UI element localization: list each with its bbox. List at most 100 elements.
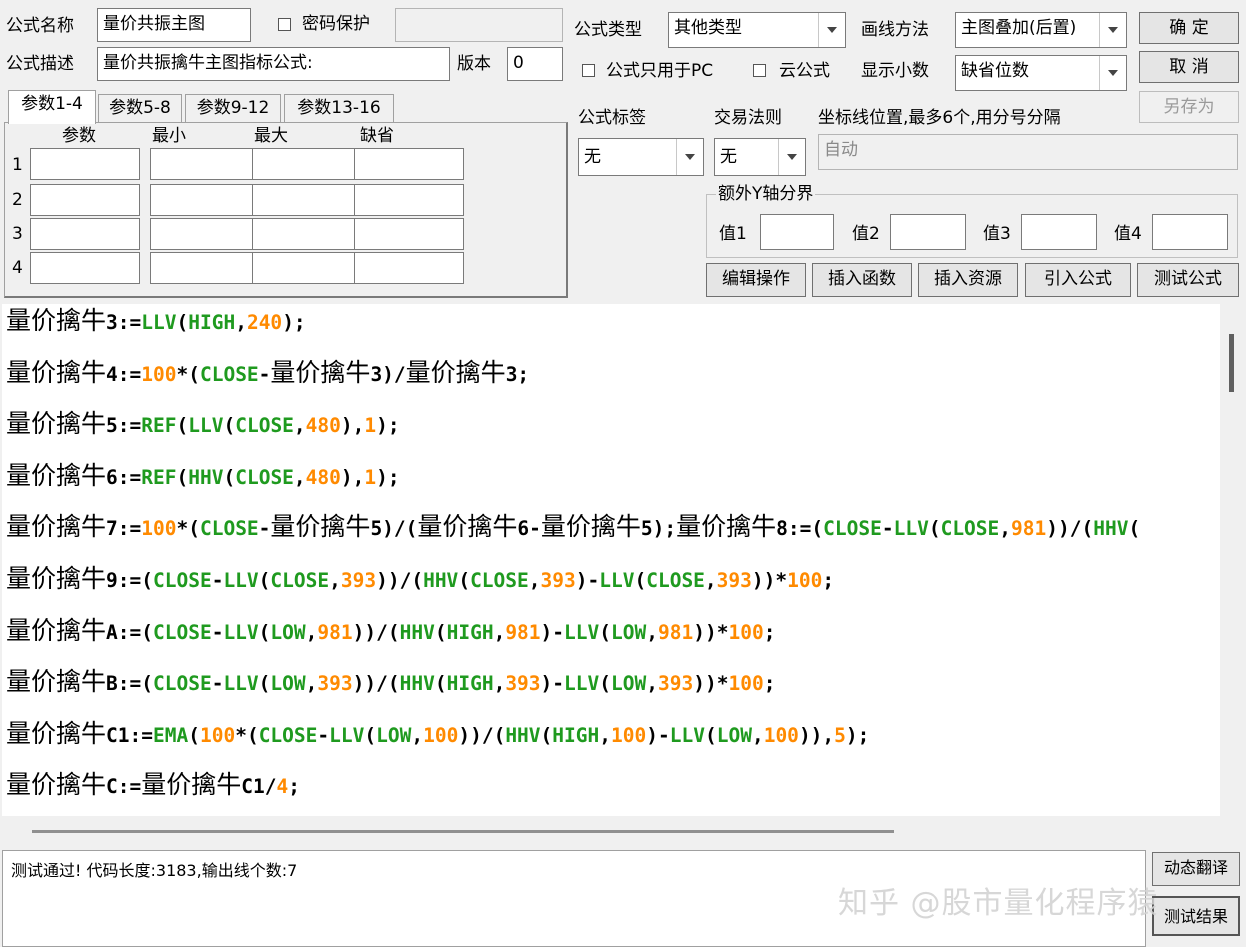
dynamic-translate-button[interactable]: 动态翻译 — [1152, 852, 1240, 886]
save-as-button[interactable]: 另存为 — [1139, 91, 1239, 123]
draw-method-select[interactable]: 主图叠加(后置) — [955, 12, 1127, 48]
tab-params-1-4[interactable]: 参数1-4 — [8, 90, 96, 124]
code-token: 量价擒牛 — [6, 770, 107, 800]
version-label: 版本 — [457, 54, 491, 74]
horizontal-scrollbar[interactable] — [2, 816, 1244, 844]
vertical-scrollbar[interactable] — [1220, 304, 1244, 816]
param-cell-input[interactable] — [354, 148, 464, 180]
code-token: 240 — [246, 311, 283, 334]
code-token: 量价擒牛 — [270, 357, 371, 387]
param-cell-input[interactable] — [150, 252, 260, 284]
test-formula-button[interactable]: 测试公式 — [1137, 263, 1239, 297]
pc-only-checkbox[interactable] — [582, 64, 595, 77]
scrollbar-thumb[interactable] — [32, 830, 894, 833]
code-token: HIGH — [552, 723, 600, 747]
chevron-down-icon[interactable] — [1099, 56, 1126, 90]
formula-name-input[interactable]: 量价共振主图 — [97, 8, 251, 42]
code-token: 981 — [1011, 517, 1047, 541]
tab-params-9-12[interactable]: 参数9-12 — [185, 94, 281, 122]
code-token: HHV — [399, 620, 435, 644]
axis-lines-input[interactable]: 自动 — [818, 134, 1238, 170]
decimals-select[interactable]: 缺省位数 — [955, 55, 1127, 91]
value2-input[interactable] — [890, 214, 966, 250]
insert-function-button[interactable]: 插入函数 — [812, 263, 912, 297]
code-token: ( — [258, 620, 271, 644]
param-cell-input[interactable] — [252, 148, 362, 180]
code-line: 量价擒牛C1:=EMA(100*(CLOSE-LLV(LOW,100))/(HH… — [6, 719, 869, 750]
param-cell-input[interactable] — [252, 218, 362, 250]
formula-tag-label: 公式标签 — [578, 108, 646, 128]
code-token: ( — [434, 620, 447, 644]
version-input[interactable]: 0 — [507, 47, 563, 81]
code-token: *( — [176, 517, 200, 541]
code-editor[interactable]: 量价擒牛3:=LLV(HIGH,240); 量价擒牛4:=100*(CLOSE-量… — [2, 304, 1220, 816]
param-cell-input[interactable] — [354, 218, 464, 250]
ok-button[interactable]: 确 定 — [1139, 12, 1239, 44]
formula-type-select[interactable]: 其他类型 — [668, 12, 846, 48]
code-token: 393 — [716, 569, 752, 592]
draw-method-label: 画线方法 — [861, 20, 929, 40]
test-result-button[interactable]: 测试结果 — [1152, 896, 1240, 936]
formula-type-value: 其他类型 — [674, 18, 742, 38]
cancel-button[interactable]: 取 消 — [1139, 51, 1239, 83]
code-token: , — [235, 311, 247, 334]
code-line: 量价擒牛B:=(CLOSE-LLV(LOW,393))/(HHV(HIGH,39… — [6, 668, 775, 698]
tab-params-13-16[interactable]: 参数13-16 — [284, 94, 394, 122]
insert-resource-button[interactable]: 插入资源 — [918, 263, 1018, 297]
pc-only-label: 公式只用于PC — [606, 61, 714, 81]
code-token: CLOSE — [270, 569, 330, 592]
value4-input[interactable] — [1152, 214, 1228, 250]
code-token: 量价擒牛 — [6, 460, 107, 490]
code-token: , — [305, 620, 318, 644]
chevron-down-icon[interactable] — [1099, 13, 1126, 47]
code-token: 393 — [658, 672, 694, 696]
code-token: ), — [340, 414, 365, 438]
scrollbar-thumb[interactable] — [1229, 334, 1234, 392]
param-cell-input[interactable] — [30, 148, 140, 180]
cloud-checkbox[interactable] — [753, 64, 766, 77]
param-cell-input[interactable] — [150, 218, 260, 250]
param-cell-input[interactable] — [354, 184, 464, 216]
param-cell-input[interactable] — [354, 252, 464, 284]
tab-params-5-8[interactable]: 参数5-8 — [98, 94, 182, 122]
code-token: 3; — [505, 362, 530, 386]
code-token: ( — [223, 465, 236, 489]
code-token: - — [211, 672, 224, 696]
code-line: 量价擒牛9:=(CLOSE-LLV(CLOSE,393))/(HHV(CLOSE… — [6, 565, 834, 595]
edit-operations-button[interactable]: 编辑操作 — [706, 263, 806, 297]
code-token: 480 — [305, 465, 341, 489]
code-token: , — [329, 569, 341, 592]
password-checkbox[interactable] — [278, 18, 291, 31]
param-cell-input[interactable] — [30, 218, 140, 250]
code-token: HHV — [399, 672, 435, 696]
axis-lines-label: 坐标线位置,最多6个,用分号分隔 — [818, 108, 1061, 128]
param-header-name: 参数 — [62, 126, 96, 146]
code-token: 100 — [728, 672, 764, 696]
code-token: CLOSE — [199, 362, 259, 386]
param-cell-input[interactable] — [150, 148, 260, 180]
param-row-number: 2 — [12, 190, 23, 210]
code-token: 量价擒牛 — [6, 409, 107, 439]
param-cell-input[interactable] — [150, 184, 260, 216]
code-token: ; — [763, 620, 776, 644]
draw-method-value: 主图叠加(后置) — [961, 18, 1077, 38]
trade-rule-select[interactable]: 无 — [714, 138, 806, 176]
code-token: LLV — [223, 569, 259, 592]
formula-desc-label: 公式描述 — [6, 54, 74, 74]
param-cell-input[interactable] — [30, 184, 140, 216]
value1-input[interactable] — [760, 214, 834, 250]
chevron-down-icon[interactable] — [778, 139, 805, 175]
chevron-down-icon[interactable] — [676, 139, 703, 175]
formula-tag-select[interactable]: 无 — [578, 138, 704, 176]
param-cell-input[interactable] — [30, 252, 140, 284]
chevron-down-icon[interactable] — [818, 13, 845, 47]
code-token: CLOSE — [199, 517, 259, 541]
code-token: 5); — [640, 517, 677, 541]
code-token: - — [258, 362, 271, 386]
param-cell-input[interactable] — [252, 252, 362, 284]
param-cell-input[interactable] — [252, 184, 362, 216]
value3-input[interactable] — [1021, 214, 1097, 250]
formula-desc-input[interactable]: 量价共振擒牛主图指标公式: — [97, 47, 450, 81]
watermark: 知乎 @股市量化程序猿 — [838, 886, 1159, 921]
import-formula-button[interactable]: 引入公式 — [1025, 263, 1131, 297]
